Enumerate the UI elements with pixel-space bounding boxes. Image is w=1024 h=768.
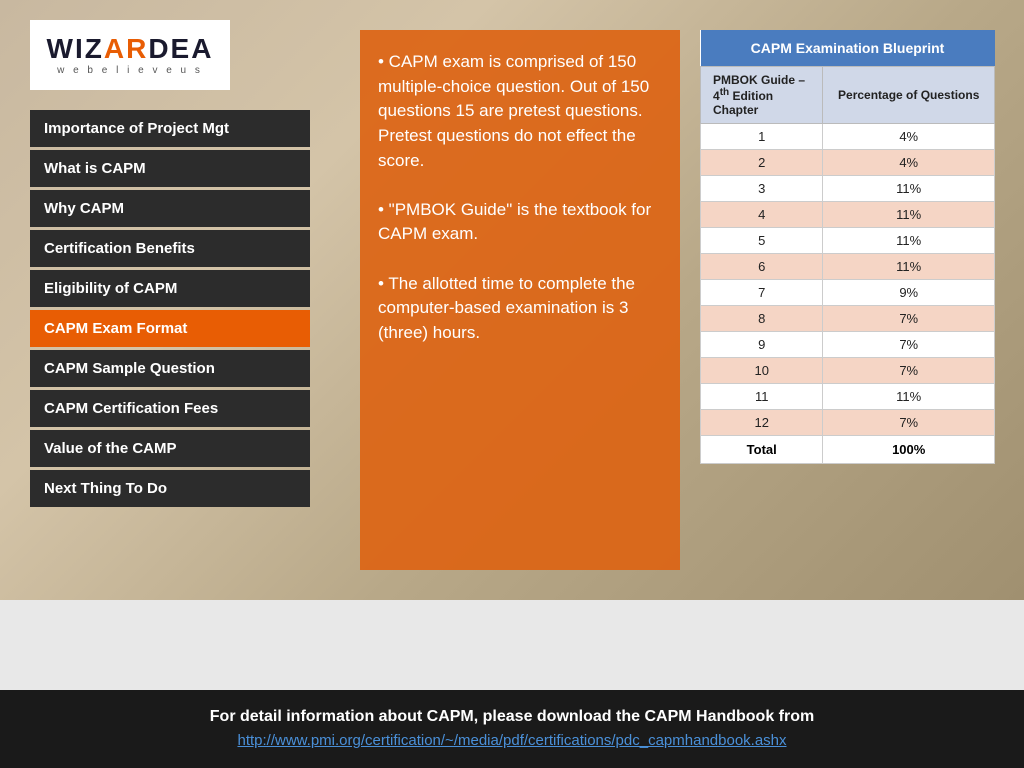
footer-link[interactable]: http://www.pmi.org/certification/~/media… [237,732,786,749]
percent-cell: 4% [823,124,995,150]
footer-text: For detail information about CAPM, pleas… [40,708,984,726]
chapter-cell: 1 [701,124,823,150]
chapter-cell: 10 [701,358,823,384]
percent-cell: 4% [823,150,995,176]
chapter-cell: 2 [701,150,823,176]
chapter-cell: 8 [701,306,823,332]
table-row: 127% [701,410,995,436]
sidebar-item-fees[interactable]: CAPM Certification Fees [30,390,310,427]
logo: WIZARDEA [47,35,214,63]
blueprint-table: CAPM Examination Blueprint PMBOK Guide –… [700,30,995,464]
percent-cell: 7% [823,410,995,436]
table-row: 311% [701,176,995,202]
logo-tagline: w e b e l i e v e u s [57,65,203,76]
sidebar-item-certification-benefits[interactable]: Certification Benefits [30,230,310,267]
table-row: 97% [701,332,995,358]
table-row: 24% [701,150,995,176]
chapter-cell: 6 [701,254,823,280]
total-label: Total [701,436,823,464]
table-row: 1111% [701,384,995,410]
chapter-cell: 11 [701,384,823,410]
col2-header: Percentage of Questions [823,67,995,124]
main-content-box: • CAPM exam is comprised of 150 multiple… [360,30,680,570]
percent-cell: 11% [823,176,995,202]
col1-header: PMBOK Guide –4th EditionChapter [701,67,823,124]
sidebar-item-why-capm[interactable]: Why CAPM [30,190,310,227]
percent-cell: 9% [823,280,995,306]
chapter-cell: 4 [701,202,823,228]
percent-cell: 11% [823,202,995,228]
table-row: 511% [701,228,995,254]
sidebar-item-eligibility[interactable]: Eligibility of CAPM [30,270,310,307]
sidebar-item-importance[interactable]: Importance of Project Mgt [30,110,310,147]
table-title: CAPM Examination Blueprint [701,30,995,67]
sidebar-item-sample-question[interactable]: CAPM Sample Question [30,350,310,387]
chapter-cell: 5 [701,228,823,254]
logo-box: WIZARDEA w e b e l i e v e u s [30,20,230,90]
table-row: 611% [701,254,995,280]
table-row: 79% [701,280,995,306]
table-row: 411% [701,202,995,228]
chapter-cell: 9 [701,332,823,358]
chapter-cell: 3 [701,176,823,202]
percent-cell: 7% [823,306,995,332]
percent-cell: 7% [823,332,995,358]
sidebar-item-what-is-capm[interactable]: What is CAPM [30,150,310,187]
table-row: 14% [701,124,995,150]
table-row: 107% [701,358,995,384]
total-value: 100% [823,436,995,464]
sidebar-item-exam-format[interactable]: CAPM Exam Format [30,310,310,347]
content-text: • CAPM exam is comprised of 150 multiple… [378,50,662,346]
footer-bar: For detail information about CAPM, pleas… [0,690,1024,768]
percent-cell: 7% [823,358,995,384]
percent-cell: 11% [823,254,995,280]
sidebar-item-next-thing[interactable]: Next Thing To Do [30,470,310,507]
table-row: 87% [701,306,995,332]
chapter-cell: 12 [701,410,823,436]
chapter-cell: 7 [701,280,823,306]
percent-cell: 11% [823,384,995,410]
sidebar-item-value[interactable]: Value of the CAMP [30,430,310,467]
sidebar: Importance of Project Mgt What is CAPM W… [30,110,310,510]
percent-cell: 11% [823,228,995,254]
